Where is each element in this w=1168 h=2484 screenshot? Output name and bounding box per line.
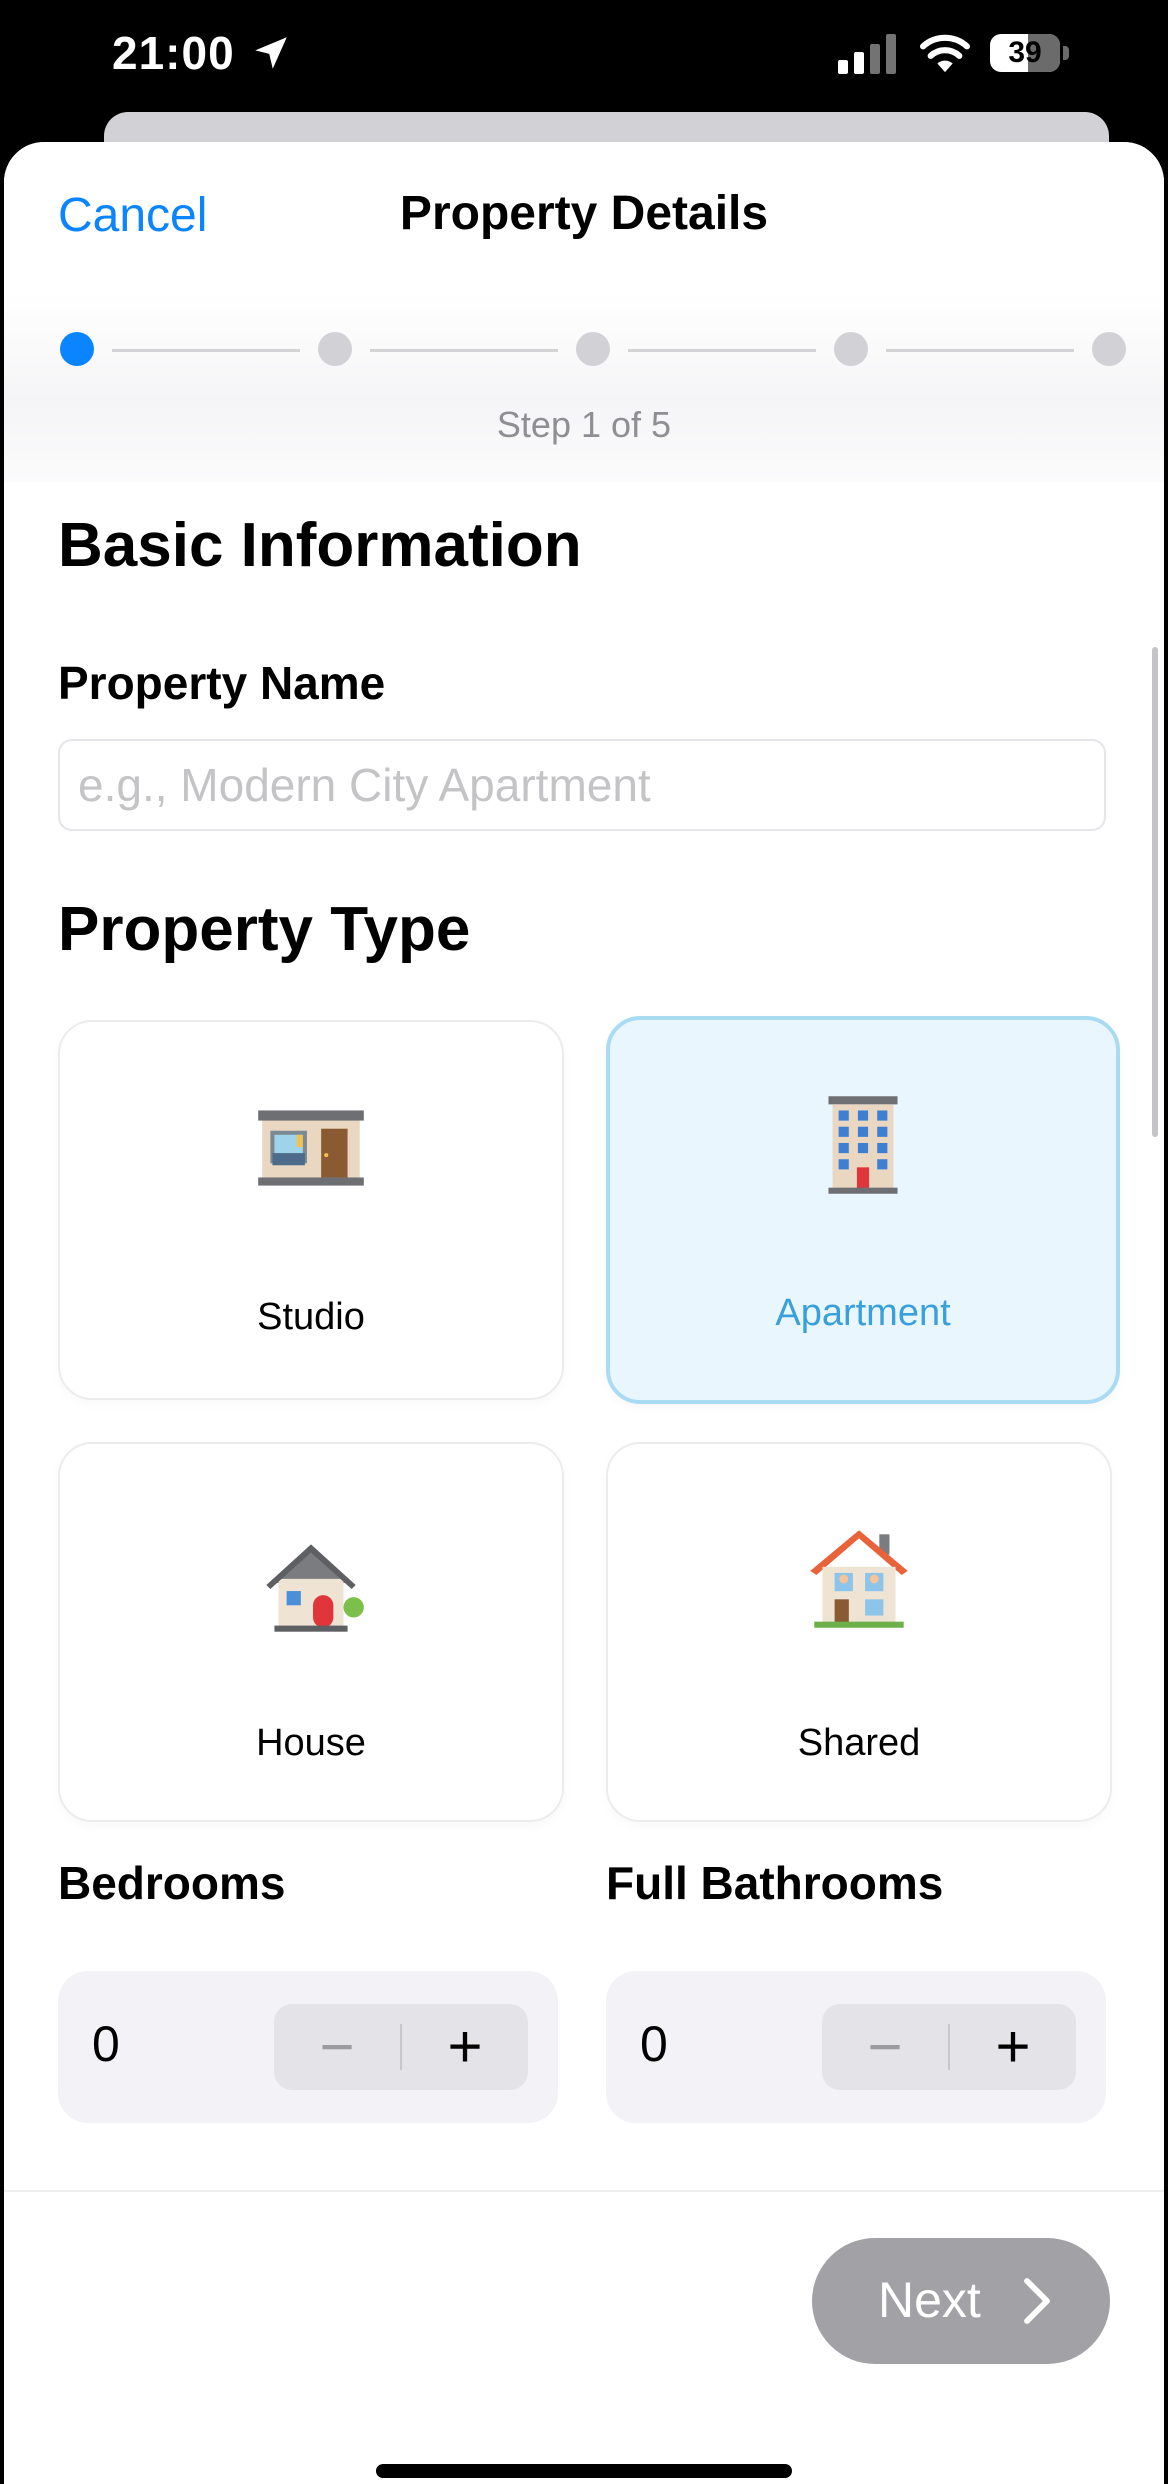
property-type-house[interactable]: House	[58, 1442, 564, 1822]
stepper-connector	[886, 349, 1074, 352]
wifi-icon	[919, 34, 971, 73]
bedrooms-decrement-button[interactable]: −	[274, 2004, 400, 2090]
property-name-input[interactable]	[58, 739, 1106, 831]
step-dot-2	[318, 332, 352, 366]
property-type-apartment[interactable]: Apartment	[606, 1016, 1120, 1404]
step-dot-3	[576, 332, 610, 366]
section-heading-property-type: Property Type	[58, 895, 471, 964]
location-arrow-icon	[255, 37, 287, 69]
bathrooms-label: Full Bathrooms	[606, 1857, 944, 1909]
stepper-connector	[112, 349, 300, 352]
battery-icon: 39	[990, 34, 1070, 74]
bedrooms-value: 0	[92, 2016, 120, 2072]
bathrooms-decrement-button[interactable]: −	[822, 2004, 948, 2090]
battery-level: 39	[1008, 36, 1042, 69]
apartment-building-icon	[828, 1096, 898, 1194]
property-name-label: Property Name	[58, 657, 386, 709]
cancel-button[interactable]: Cancel	[58, 188, 207, 243]
chevron-right-icon	[1024, 2278, 1050, 2324]
property-type-studio[interactable]: Studio	[58, 1020, 564, 1400]
step-dot-1	[60, 332, 94, 366]
section-heading-basic-information: Basic Information	[58, 511, 582, 580]
property-type-label: Shared	[797, 1722, 921, 1764]
stepper-connector	[370, 349, 558, 352]
status-time: 21:00	[112, 27, 235, 79]
step-dot-5	[1092, 332, 1126, 366]
bedrooms-label: Bedrooms	[58, 1857, 286, 1909]
cellular-signal-icon	[838, 34, 896, 74]
bathrooms-stepper: − +	[822, 2004, 1076, 2090]
studio-room-icon	[258, 1110, 364, 1186]
home-indicator	[376, 2464, 792, 2478]
property-type-label: Apartment	[775, 1292, 951, 1334]
shared-house-icon	[810, 1530, 908, 1628]
step-indicator: Step 1 of 5	[496, 404, 672, 445]
bathrooms-increment-button[interactable]: +	[950, 2004, 1076, 2090]
next-button-label: Next	[878, 2272, 981, 2328]
bedrooms-stepper: − +	[274, 2004, 528, 2090]
property-type-label: Studio	[257, 1296, 365, 1338]
bedrooms-counter: 0 − +	[58, 1971, 558, 2123]
house-icon	[266, 1544, 364, 1632]
bathrooms-counter: 0 − +	[606, 1971, 1106, 2123]
status-bar: 21:00 39	[0, 0, 1168, 110]
bathrooms-value: 0	[640, 2016, 668, 2072]
property-type-shared[interactable]: Shared	[606, 1442, 1112, 1822]
next-button[interactable]: Next	[812, 2238, 1110, 2364]
bedrooms-increment-button[interactable]: +	[402, 2004, 528, 2090]
property-details-sheet: Property Details Cancel Step 1 of 5 Basi…	[4, 142, 1164, 2484]
sheet-header: Property Details Cancel Step 1 of 5	[4, 142, 1164, 482]
scrollbar[interactable]	[1152, 647, 1158, 1137]
property-type-label: House	[256, 1722, 366, 1764]
step-dot-4	[834, 332, 868, 366]
stepper-connector	[628, 349, 816, 352]
footer-divider	[4, 2190, 1164, 2192]
